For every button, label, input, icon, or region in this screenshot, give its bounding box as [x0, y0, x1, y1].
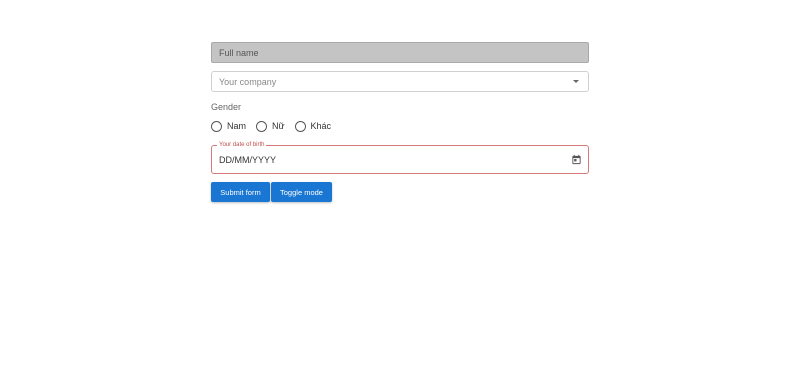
- full-name-input[interactable]: Full name: [211, 42, 589, 63]
- company-placeholder: Your company: [219, 76, 277, 87]
- gender-option-label: Nam: [227, 121, 247, 131]
- gender-label: Gender: [211, 102, 242, 112]
- gender-option-nam[interactable]: Nam: [211, 120, 247, 132]
- full-name-placeholder: Full name: [219, 47, 259, 58]
- registration-form: Full name Your company Gender Nam Nữ Khá…: [211, 42, 589, 202]
- chevron-down-icon: [573, 80, 579, 83]
- gender-option-khac[interactable]: Khác: [294, 120, 332, 132]
- gender-radio-group: Nam Nữ Khác: [211, 119, 589, 133]
- date-of-birth-field[interactable]: Your date of birth DD/MM/YYYY: [211, 141, 589, 174]
- company-select[interactable]: Your company: [211, 71, 589, 92]
- gender-option-nu[interactable]: Nữ: [256, 120, 285, 132]
- calendar-icon[interactable]: [571, 154, 582, 165]
- gender-option-label: Khác: [310, 121, 332, 131]
- toggle-mode-button[interactable]: Toggle mode: [271, 182, 332, 202]
- radio-unchecked-icon[interactable]: [294, 120, 306, 132]
- form-actions: Submit form Toggle mode: [211, 182, 589, 202]
- submit-form-button[interactable]: Submit form: [211, 182, 270, 202]
- radio-unchecked-icon[interactable]: [211, 120, 222, 132]
- date-of-birth-label: Your date of birth: [217, 141, 267, 149]
- date-of-birth-input[interactable]: DD/MM/YYYY: [219, 155, 276, 165]
- gender-option-label: Nữ: [272, 121, 285, 131]
- radio-unchecked-icon[interactable]: [256, 120, 268, 132]
